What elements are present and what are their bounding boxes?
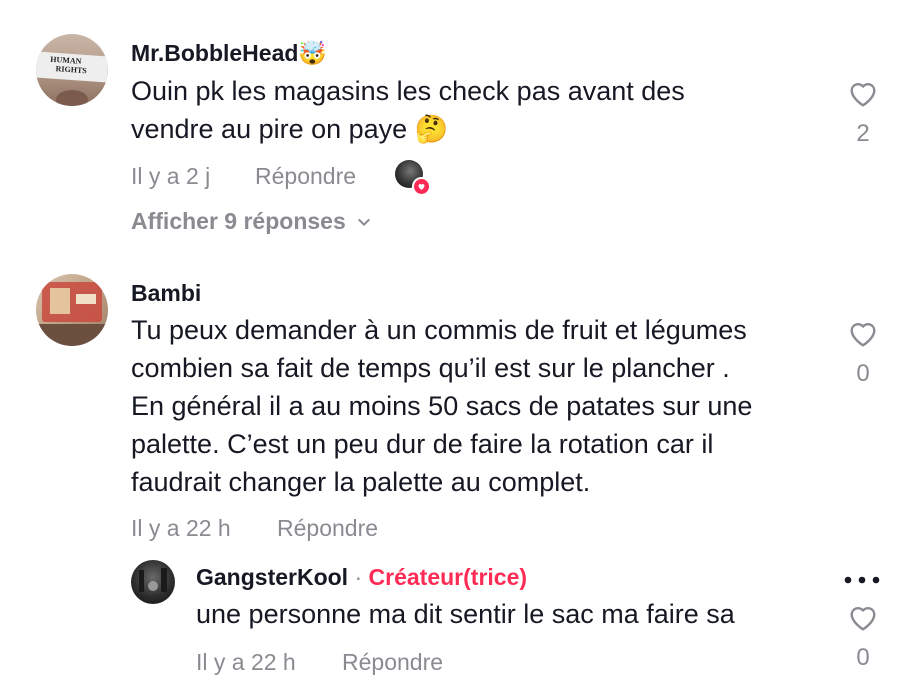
- comment-text: Ouin pk les magasins les check pas avant…: [131, 72, 821, 148]
- more-options-button[interactable]: [840, 570, 884, 590]
- avatar[interactable]: [36, 274, 108, 346]
- heart-outline-icon: [850, 323, 876, 347]
- more-horizontal-icon: [844, 576, 880, 584]
- comment-line: palette. C’est un peu dur de faire la ro…: [131, 429, 714, 459]
- heart-badge-icon: [412, 177, 431, 196]
- like-count: 0: [856, 360, 870, 387]
- timestamp: Il y a 2 j: [131, 163, 211, 189]
- comment-text: une personne ma dit sentir le sac ma fai…: [196, 599, 735, 629]
- separator: ·: [354, 564, 363, 590]
- chevron-down-icon: [358, 218, 370, 226]
- timestamp: Il y a 22 h: [196, 649, 296, 675]
- timestamp: Il y a 22 h: [131, 515, 231, 541]
- exploding-head-emoji-icon: 🤯: [298, 40, 328, 66]
- show-replies-button[interactable]: Afficher 9 réponses: [131, 208, 372, 235]
- comment-text: Tu peux demander à un commis de fruit et…: [131, 311, 821, 501]
- heart-outline-icon: [850, 607, 876, 631]
- comment-line: combien sa fait de temps qu’il est sur l…: [131, 353, 730, 383]
- avatar-image: [139, 568, 167, 592]
- avatar[interactable]: HUMAN RIGHTS: [36, 34, 108, 106]
- reply-header: GangsterKool · Créateur(trice): [196, 564, 527, 591]
- reply-button[interactable]: Répondre: [277, 515, 378, 542]
- reply-button[interactable]: Répondre: [255, 163, 356, 190]
- reply-button[interactable]: Répondre: [342, 649, 443, 676]
- show-replies-label: Afficher 9 réponses: [131, 208, 346, 234]
- comment-line: faudrait changer la palette au complet.: [131, 467, 591, 497]
- username-text: Mr.BobbleHead: [131, 40, 299, 66]
- like-count: 2: [856, 120, 870, 147]
- comment-line: En général il a au moins 50 sacs de pata…: [131, 391, 753, 421]
- username[interactable]: Bambi: [131, 280, 201, 307]
- like-button[interactable]: [843, 78, 883, 114]
- username[interactable]: GangsterKool: [196, 564, 348, 590]
- like-button[interactable]: [843, 602, 883, 638]
- comment-line: Tu peux demander à un commis de fruit et…: [131, 315, 747, 345]
- like-button[interactable]: [843, 318, 883, 354]
- username[interactable]: Mr.BobbleHead🤯: [131, 40, 327, 67]
- avatar[interactable]: [131, 560, 175, 604]
- creator-liked-indicator: [395, 160, 431, 196]
- creator-badge: Créateur(trice): [368, 564, 528, 590]
- avatar-image: [36, 282, 108, 346]
- heart-outline-icon: [850, 83, 876, 107]
- like-count: 0: [856, 644, 870, 671]
- comment-line: vendre au pire on paye 🤔: [131, 114, 449, 144]
- comment-line: Ouin pk les magasins les check pas avant…: [131, 76, 685, 106]
